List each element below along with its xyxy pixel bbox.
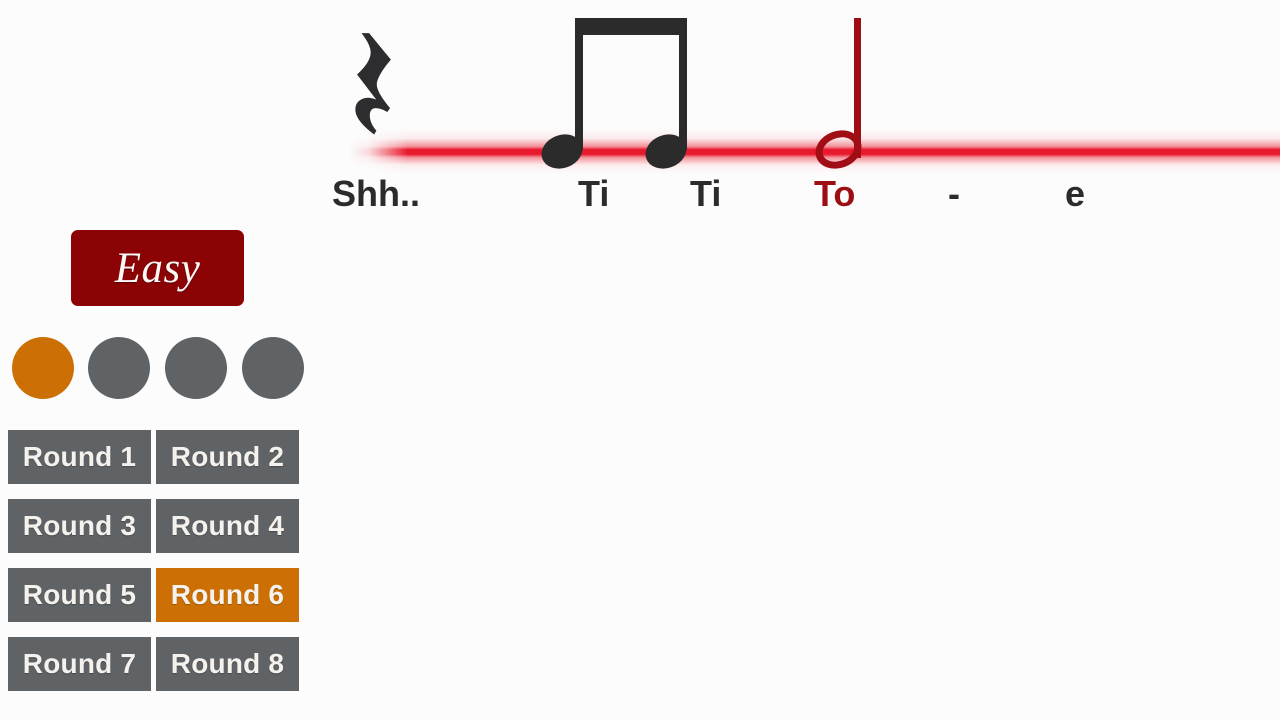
round-button-7[interactable]: Round 7: [8, 637, 151, 691]
round-button-label: Round 3: [22, 510, 137, 541]
round-button-8[interactable]: Round 8: [156, 637, 299, 691]
progress-dot-3[interactable]: [165, 337, 227, 399]
progress-dot-4[interactable]: [242, 337, 304, 399]
round-button-1[interactable]: Round 1: [8, 430, 151, 484]
progress-dot-1[interactable]: [12, 337, 74, 399]
round-button-4[interactable]: Round 4: [156, 499, 299, 553]
quarter-rest-icon: 𝄽: [346, 0, 399, 186]
round-button-label: Round 4: [170, 510, 285, 541]
round-button-3[interactable]: Round 3: [8, 499, 151, 553]
round-button-5[interactable]: Round 5: [8, 568, 151, 622]
progress-dot-group: [12, 337, 308, 401]
syllable-label: Ti: [690, 173, 722, 214]
note-beam: [575, 18, 687, 35]
half-note: [810, 18, 875, 175]
syllable-label: Shh..: [332, 173, 420, 214]
difficulty-level-button[interactable]: Easy: [71, 230, 244, 306]
round-selector-grid: Round 1 Round 2 Round 3 Round 4 Round 5 …: [8, 430, 299, 691]
staff-line: [348, 128, 1280, 174]
rhythm-notation-staff: 𝄽 Shh.. Ti Ti To - e: [320, 0, 1280, 230]
round-button-label: Round 6: [170, 579, 285, 610]
left-control-panel: Easy Round 1 Round 2 Round 3 Round 4 Rou…: [0, 0, 320, 720]
note-stem: [575, 18, 583, 150]
syllable-label: -: [948, 173, 960, 214]
round-button-2[interactable]: Round 2: [156, 430, 299, 484]
note-stem: [679, 18, 687, 150]
round-button-label: Round 8: [170, 648, 285, 679]
beamed-eighth-note-pair: [536, 18, 700, 175]
difficulty-level-label: Easy: [114, 244, 201, 292]
syllable-label: To: [814, 173, 856, 214]
progress-dot-2[interactable]: [88, 337, 150, 399]
syllable-label: e: [1065, 173, 1086, 214]
round-button-label: Round 2: [170, 441, 285, 472]
round-button-label: Round 5: [22, 579, 137, 610]
syllable-label: Ti: [578, 173, 610, 214]
round-button-label: Round 7: [22, 648, 137, 679]
round-button-label: Round 1: [22, 441, 137, 472]
round-button-6[interactable]: Round 6: [156, 568, 299, 622]
